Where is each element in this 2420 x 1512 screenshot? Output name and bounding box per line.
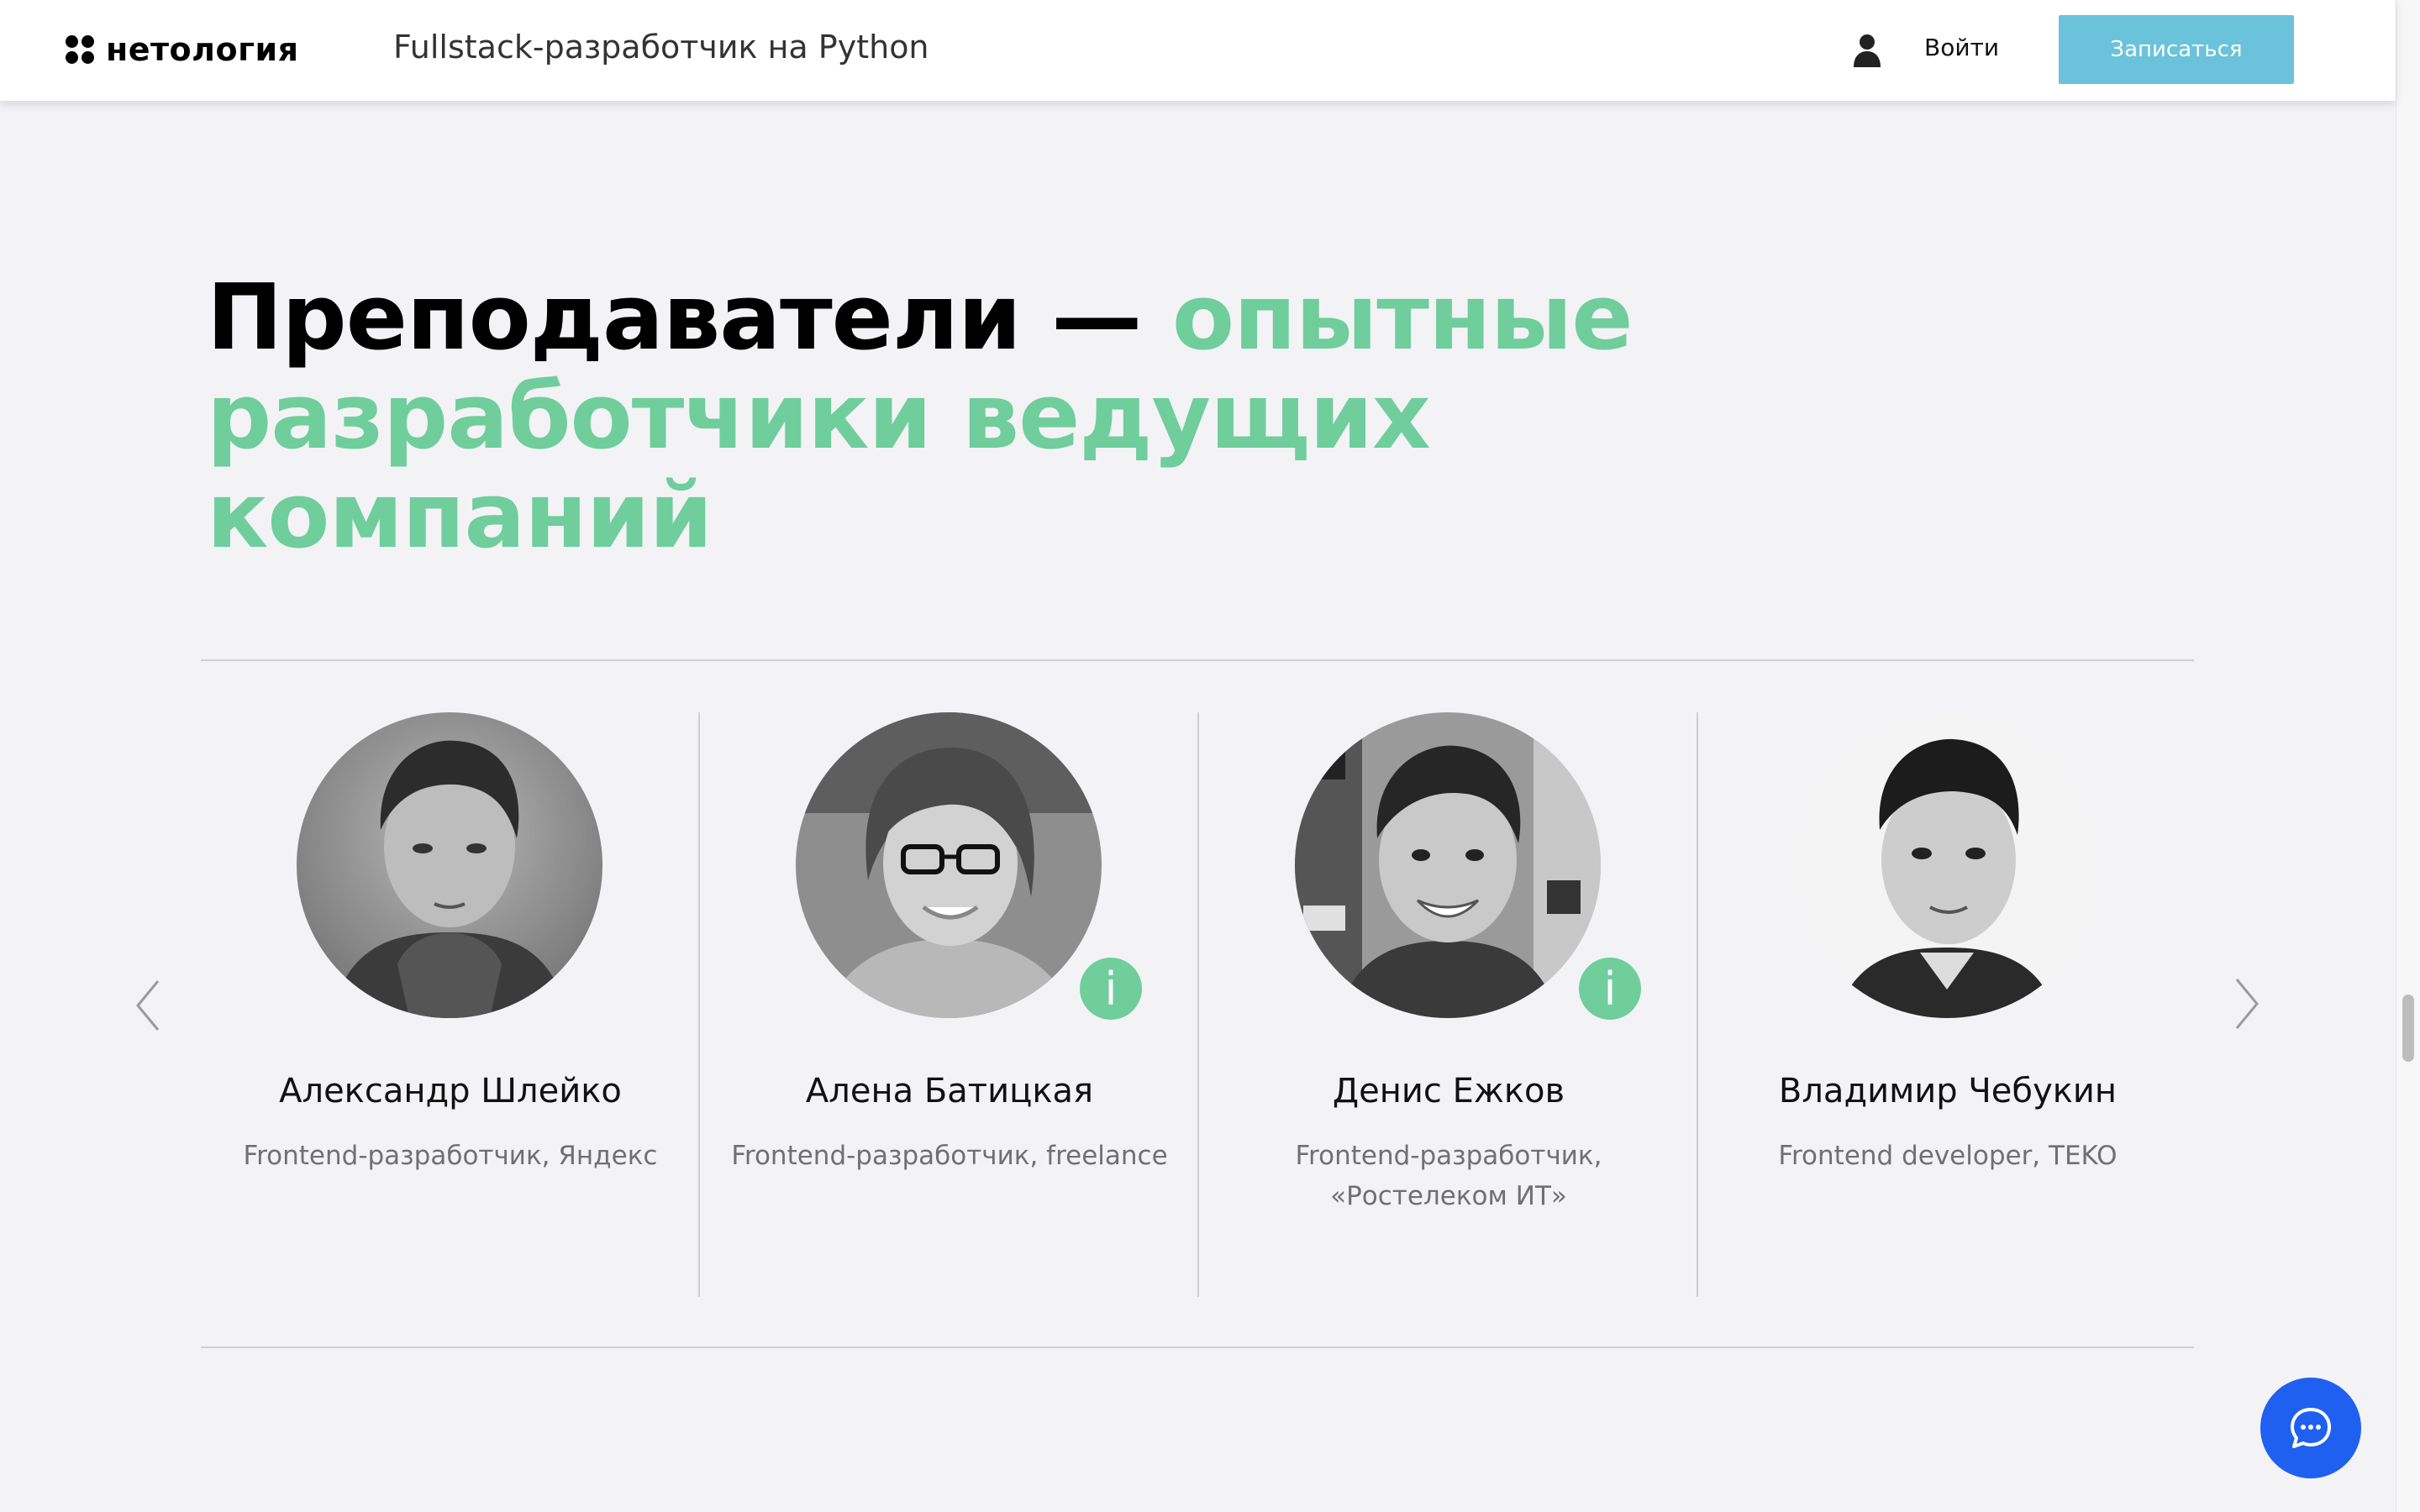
info-icon[interactable]: i <box>1080 958 1142 1020</box>
scrollbar-thumb[interactable] <box>2402 995 2414 1062</box>
chevron-left-icon[interactable] <box>131 976 165 1035</box>
teachers-carousel: Александр Шлейко Frontend-разработчик, Я… <box>201 712 2194 1297</box>
chat-button[interactable] <box>2260 1378 2361 1478</box>
bottom-divider <box>201 1347 2194 1348</box>
teacher-role: Frontend-разработчик, «Ростелеком ИТ» <box>1295 1141 1602 1211</box>
teacher-card[interactable]: Владимир Чебукин Frontend developer, TEK… <box>1698 712 2197 1297</box>
teacher-card[interactable]: i Денис Ежков Frontend-разработчик, «Рос… <box>1199 712 1698 1297</box>
teacher-card[interactable]: Александр Шлейко Frontend-разработчик, Я… <box>201 712 700 1297</box>
section-heading: Преподаватели — опытные разработчики вед… <box>207 269 1719 566</box>
logo-mark-icon <box>66 35 94 64</box>
signup-button[interactable]: Записаться <box>2059 15 2294 84</box>
teacher-photo <box>1295 712 1601 1018</box>
logo-text: нетология <box>106 31 299 68</box>
scrollbar-track[interactable] <box>2396 0 2420 1512</box>
user-icon[interactable] <box>1852 34 1882 67</box>
teacher-photo <box>1794 712 2100 1018</box>
teacher-name: Денис Ежков <box>1332 1072 1565 1110</box>
top-divider <box>201 659 2194 661</box>
teacher-role: Frontend-разработчик, Яндекс <box>243 1141 658 1171</box>
logo[interactable]: нетология <box>66 29 298 71</box>
teacher-name: Владимир Чебукин <box>1778 1072 2118 1110</box>
teacher-photo <box>297 712 602 1018</box>
info-icon[interactable]: i <box>1579 958 1641 1020</box>
teacher-photo <box>796 712 1102 1018</box>
teacher-name: Алена Батицкая <box>805 1072 1094 1110</box>
chevron-right-icon[interactable] <box>2230 974 2264 1033</box>
chat-bubble-icon <box>2291 1408 2331 1448</box>
teacher-role: Frontend-разработчик, freelance <box>731 1141 1168 1171</box>
login-link[interactable]: Войти <box>1924 34 1999 61</box>
teacher-role: Frontend developer, TEKO <box>1778 1141 2118 1171</box>
course-title: Fullstack-разработчик на Python <box>393 29 929 66</box>
teacher-card[interactable]: i Алена Батицкая Frontend-разработчик, f… <box>700 712 1199 1297</box>
page: нетология Fullstack-разработчик на Pytho… <box>0 0 2420 1512</box>
teacher-name: Александр Шлейко <box>279 1072 622 1110</box>
heading-black-part: Преподаватели — <box>207 265 1172 370</box>
site-header: нетология Fullstack-разработчик на Pytho… <box>0 0 2396 101</box>
